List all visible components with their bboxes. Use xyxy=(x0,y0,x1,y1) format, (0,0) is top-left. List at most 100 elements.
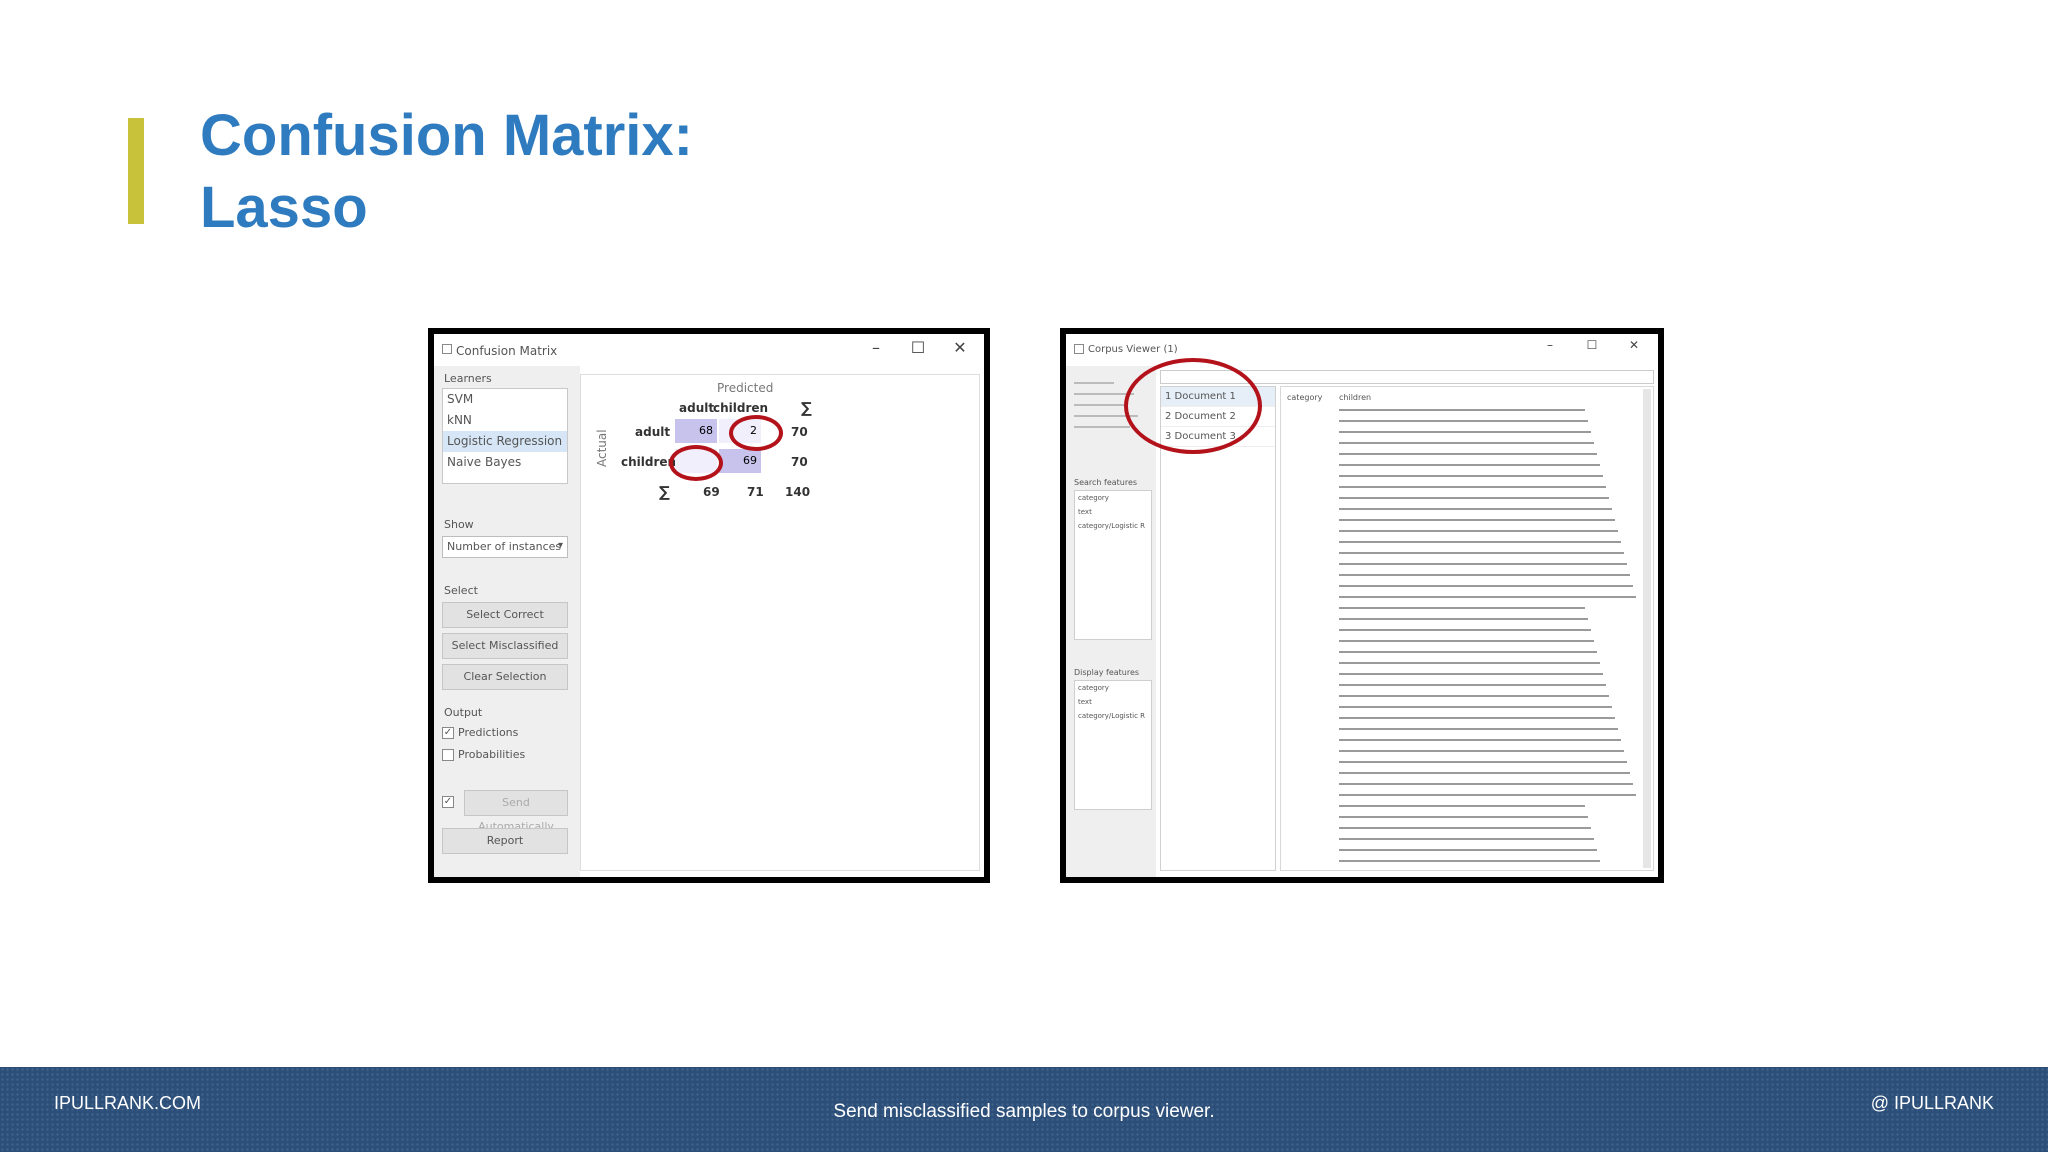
text-line xyxy=(1339,585,1633,587)
row-total-adult: 70 xyxy=(791,425,808,439)
probabilities-label: Probabilities xyxy=(458,748,526,761)
title-line-2: Lasso xyxy=(200,175,368,240)
feature-item[interactable]: text xyxy=(1075,695,1151,709)
confusion-control-panel: Learners SVM kNN Logistic Regression Nai… xyxy=(434,366,580,877)
confusion-matrix-screenshot: Confusion Matrix – ☐ ✕ Learners SVM kNN … xyxy=(428,328,990,883)
footer-handle: @ IPULLRANK xyxy=(1870,1093,1994,1113)
close-icon[interactable]: ✕ xyxy=(1620,338,1648,352)
feature-item[interactable]: category xyxy=(1075,491,1151,505)
maximize-icon[interactable]: ☐ xyxy=(904,338,932,357)
window-controls: – ☐ ✕ xyxy=(862,338,974,357)
text-line xyxy=(1339,728,1618,730)
text-line xyxy=(1339,761,1627,763)
learner-item-svm[interactable]: SVM xyxy=(443,389,567,410)
predicted-label: Predicted xyxy=(717,381,774,395)
corpus-window-titlebar: Corpus Viewer (1) – ☐ ✕ xyxy=(1066,334,1658,366)
learners-list: SVM kNN Logistic Regression Naive Bayes xyxy=(442,388,568,484)
probabilities-checkbox[interactable]: Probabilities xyxy=(442,748,525,761)
show-label: Show xyxy=(444,518,474,531)
clear-selection-button[interactable]: Clear Selection xyxy=(442,664,568,690)
cell-children-children[interactable]: 69 xyxy=(719,449,761,473)
text-line xyxy=(1339,442,1594,444)
text-line xyxy=(1339,794,1636,796)
search-features-list[interactable]: category text category/Logistic R xyxy=(1074,490,1152,640)
corpus-viewer-screenshot: Corpus Viewer (1) – ☐ ✕ Search features … xyxy=(1060,328,1664,883)
predictions-checkbox[interactable]: ✓ Predictions xyxy=(442,726,518,739)
col-total-adult: 69 xyxy=(703,485,720,499)
predictions-label: Predictions xyxy=(458,726,519,739)
display-features-label: Display features xyxy=(1074,668,1140,677)
learner-item-logistic-regression[interactable]: Logistic Regression xyxy=(443,431,567,452)
text-line xyxy=(1339,607,1585,609)
display-features-list[interactable]: category text category/Logistic R xyxy=(1074,680,1152,810)
output-label: Output xyxy=(444,706,483,719)
chevron-down-icon: ▾ xyxy=(557,540,563,551)
feature-item[interactable]: category/Logistic R xyxy=(1075,709,1151,723)
row-label-adult: adult xyxy=(635,425,671,439)
select-label: Select xyxy=(444,584,478,597)
footer: IPULLRANK.COM Send misclassified samples… xyxy=(0,1067,2048,1152)
show-select[interactable]: Number of instances ▾ xyxy=(442,536,568,558)
feature-item[interactable]: category xyxy=(1075,681,1151,695)
actual-label: Actual xyxy=(595,429,609,467)
checkbox-checked-icon: ✓ xyxy=(442,796,454,808)
text-line xyxy=(1339,706,1612,708)
text-line xyxy=(1339,772,1630,774)
text-line xyxy=(1339,486,1606,488)
close-icon[interactable]: ✕ xyxy=(946,338,974,357)
send-auto-checkbox[interactable]: ✓ xyxy=(442,796,454,808)
title-line-1: Confusion Matrix: xyxy=(200,103,693,168)
learners-label: Learners xyxy=(444,372,492,385)
feature-item[interactable]: category/Logistic R xyxy=(1075,519,1151,533)
window-controls: – ☐ ✕ xyxy=(1536,338,1648,352)
text-line xyxy=(1339,497,1609,499)
cell-adult-adult[interactable]: 68 xyxy=(675,419,717,443)
search-features-label: Search features xyxy=(1074,478,1138,487)
text-line xyxy=(1339,673,1603,675)
row-total-children: 70 xyxy=(791,455,808,469)
text-line xyxy=(1339,409,1585,411)
text-line xyxy=(1339,464,1600,466)
scrollbar[interactable] xyxy=(1643,389,1651,868)
minimize-icon[interactable]: – xyxy=(862,338,890,357)
text-line xyxy=(1339,563,1627,565)
corpus-window-title: Corpus Viewer (1) xyxy=(1088,344,1178,355)
document-text xyxy=(1339,409,1639,870)
report-button[interactable]: Report xyxy=(442,828,568,854)
text-line xyxy=(1339,475,1603,477)
text-line xyxy=(1339,827,1591,829)
learner-item-knn[interactable]: kNN xyxy=(443,410,567,431)
feature-item[interactable]: text xyxy=(1075,505,1151,519)
text-line xyxy=(1339,552,1624,554)
document-view: category children xyxy=(1280,386,1654,871)
text-line xyxy=(1339,420,1588,422)
learner-item-naive-bayes[interactable]: Naive Bayes xyxy=(443,452,567,473)
row-label-children: children xyxy=(621,455,677,469)
misclassified-highlight-oval xyxy=(669,445,723,481)
grand-total: 140 xyxy=(785,485,811,499)
text-line xyxy=(1339,640,1594,642)
misclassified-highlight-oval xyxy=(729,415,783,451)
sum-symbol: ∑ xyxy=(801,399,812,417)
text-line xyxy=(1339,805,1585,807)
text-line xyxy=(1339,541,1621,543)
select-correct-button[interactable]: Select Correct xyxy=(442,602,568,628)
text-line xyxy=(1339,695,1609,697)
text-line xyxy=(1339,739,1621,741)
text-line xyxy=(1339,717,1615,719)
text-line xyxy=(1339,618,1588,620)
maximize-icon[interactable]: ☐ xyxy=(1578,338,1606,352)
select-misclassified-button[interactable]: Select Misclassified xyxy=(442,633,568,659)
text-line xyxy=(1339,574,1630,576)
text-line xyxy=(1339,651,1597,653)
text-line xyxy=(1339,860,1600,862)
col-header-adult: adult xyxy=(679,401,715,415)
send-automatically-button[interactable]: Send Automatically xyxy=(464,790,568,833)
confusion-window-titlebar: Confusion Matrix – ☐ ✕ xyxy=(434,334,984,366)
checkbox-empty-icon xyxy=(442,748,454,761)
column-header-category: category xyxy=(1287,393,1323,402)
documents-highlight-oval xyxy=(1124,358,1262,454)
text-line xyxy=(1339,508,1612,510)
minimize-icon[interactable]: – xyxy=(1536,338,1564,352)
text-line xyxy=(1339,629,1591,631)
